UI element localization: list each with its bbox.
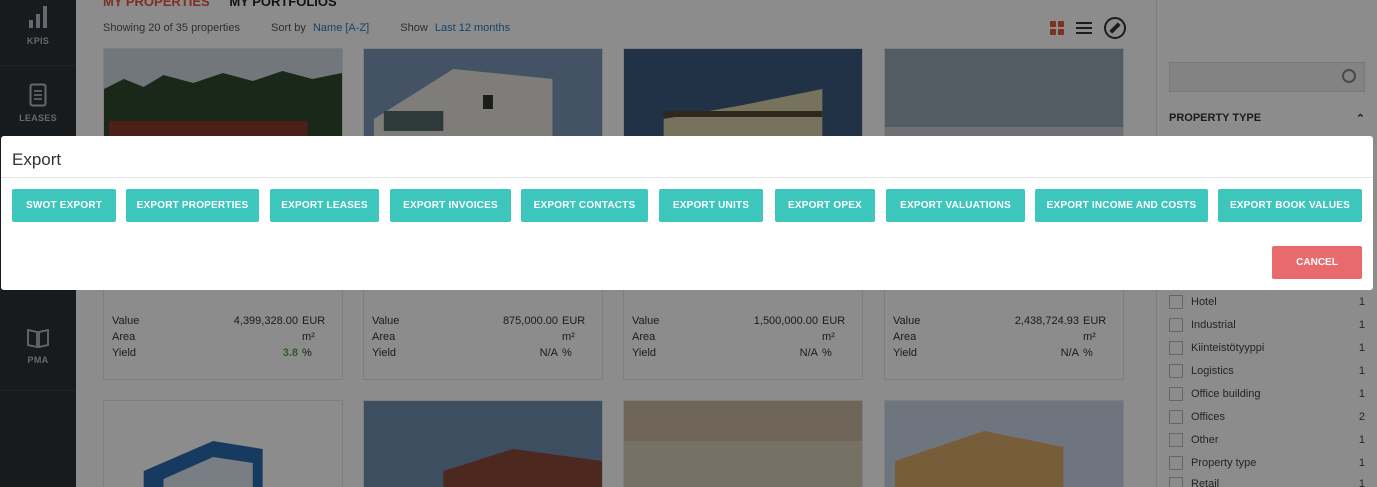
export-properties-button[interactable]: EXPORT PROPERTIES	[126, 189, 259, 222]
export-book-values-button[interactable]: EXPORT BOOK VALUES	[1218, 189, 1362, 222]
export-income-costs-button[interactable]: EXPORT INCOME AND COSTS	[1035, 189, 1208, 222]
export-leases-button[interactable]: EXPORT LEASES	[270, 189, 379, 222]
export-contacts-button[interactable]: EXPORT CONTACTS	[521, 189, 648, 222]
export-invoices-button[interactable]: EXPORT INVOICES	[390, 189, 511, 222]
dialog-divider	[1, 177, 1373, 178]
export-units-button[interactable]: EXPORT UNITS	[659, 189, 763, 222]
cancel-button[interactable]: CANCEL	[1272, 246, 1362, 279]
swot-export-button[interactable]: SWOT EXPORT	[12, 189, 116, 222]
dialog-title: Export	[12, 150, 62, 169]
app-root: KPIS LEASES PMA MY PROPERTIES MY PORTFOL…	[0, 0, 1377, 487]
export-opex-button[interactable]: EXPORT OPEX	[775, 189, 875, 222]
export-valuations-button[interactable]: EXPORT VALUATIONS	[886, 189, 1025, 222]
export-dialog: Export SWOT EXPORT EXPORT PROPERTIES EXP…	[1, 136, 1373, 290]
